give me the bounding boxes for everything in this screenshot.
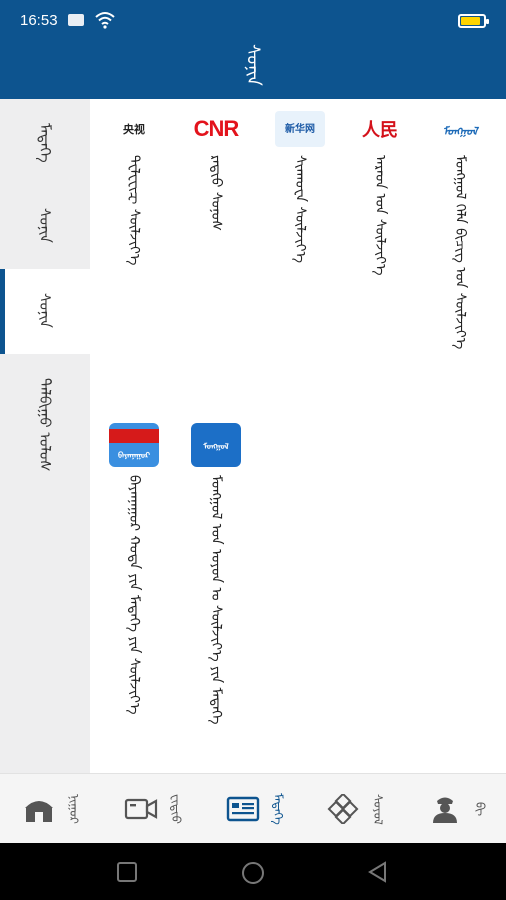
bottom-navigation: ᠨᠢᠭᠤᠷ ᠸᠢᠳᠢᠣ ᠮᠡᠳᠡᠭᠡ ᠰᠣᠶᠣᠯ ᠪᠢ bbox=[0, 773, 506, 843]
app-name: ᠪᠠᠶᠠᠨᠨᠠᠭᠤᠷ ᠬᠣᠳᠠ ᠶᠢᠨ ᠮᠡᠳᠡᠭᠡ ᠶᠢᠨ ᠰᠦᠯᠵᠢᠶ᠎ᠡ bbox=[126, 475, 142, 715]
sidebar-item-1[interactable]: ᠰᠣᠨᠢᠨ bbox=[0, 184, 90, 269]
video-camera-icon bbox=[124, 798, 158, 820]
app-logo-text: ᠪᠠᠶᠠᠨᠨᠠᠭᠤᠷ bbox=[117, 451, 150, 460]
app-name: ᠮᠣᠩᠭᠤᠯ ᠬᠡᠯᠡ ᠪᠢᠴᠢᠭ ᠤᠨ ᠰᠦᠯᠵᠢᠶ᠎ᠡ bbox=[452, 155, 468, 350]
news-card-icon bbox=[226, 796, 260, 822]
app-tile-bayannur[interactable]: ᠪᠠᠶᠠᠨᠨᠠᠭᠤᠷ ᠪᠠᠶᠠᠨᠨᠠᠭᠤᠷ ᠬᠣᠳᠠ ᠶᠢᠨ ᠮᠡᠳᠡᠭᠡ ᠶᠢ… bbox=[106, 423, 162, 714]
app-name: ᠰᠢᠨᠬᠤᠸᠠ ᠰᠦᠯᠵᠢᠶ᠎ᠡ bbox=[292, 155, 308, 264]
sidebar-item-2-active[interactable]: ᠰᠣᠨᠢᠨ bbox=[0, 269, 90, 354]
app-logo-text: 新华网 bbox=[285, 123, 315, 135]
bayannur-logo-icon: ᠪᠠᠶᠠᠨᠨᠠᠭᠤᠷ bbox=[109, 423, 159, 467]
header-title-area: ᠰᠣᠨᠢᠨ bbox=[0, 40, 506, 99]
user-icon bbox=[433, 797, 457, 823]
nav-me[interactable]: ᠪᠢ bbox=[428, 784, 491, 834]
wifi-icon bbox=[95, 12, 115, 29]
sidebar-item-3[interactable]: ᠲᠠᠯᠪᠢᠭᠤ ᠤᠯᠤᠰ bbox=[0, 354, 90, 534]
app-tile-people[interactable]: 人民 ᠠᠷᠠᠳ ᠤᠨ ᠰᠦᠯᠵᠢᠶ᠎ᠡ bbox=[352, 111, 408, 276]
nav-video[interactable]: ᠸᠢᠳᠢᠣ bbox=[124, 784, 187, 834]
nav-label: ᠸᠢᠳᠢᠣ bbox=[169, 794, 183, 824]
mgyxl-logo-icon: ᠮᠣᠩᠭᠣᠯ bbox=[435, 111, 485, 147]
people-logo-icon: 人民 bbox=[355, 111, 405, 147]
nav-label: ᠨᠢᠭᠤᠷ bbox=[67, 794, 81, 824]
app-logo-text: 人民 bbox=[362, 120, 398, 140]
app-tile-xinhua[interactable]: 新华网 ᠰᠢᠨᠬᠤᠸᠠ ᠰᠦᠯᠵᠢᠶ᠎ᠡ bbox=[272, 111, 328, 263]
cctv-logo-icon: 央视 bbox=[109, 111, 159, 147]
nav-home[interactable]: ᠨᠢᠭᠤᠷ bbox=[22, 784, 85, 834]
back-button-icon[interactable] bbox=[367, 861, 389, 883]
app-tile-cctv[interactable]: 央视 ᠲᠧᠯᠧᠸᠢᠽ ᠰᠦᠯᠵᠢᠶ᠎ᠡ bbox=[106, 111, 162, 265]
system-navigation-bar bbox=[0, 843, 506, 900]
app-logo-text: ᠮᠣᠩᠭᠣᠯ bbox=[203, 442, 229, 451]
sidebar-item-label: ᠲᠠᠯᠪᠢᠭᠤ ᠤᠯᠤᠰ bbox=[36, 378, 54, 472]
battery-fill bbox=[461, 17, 481, 25]
app-grid: ᠮᠣᠩᠭᠣᠯ ᠮᠣᠩᠭᠤᠯ ᠬᠡᠯᠡ ᠪᠢᠴᠢᠭ ᠤᠨ ᠰᠦᠯᠵᠢᠶ᠎ᠡ 人民 … bbox=[90, 99, 506, 773]
nav-label: ᠰᠣᠶᠣᠯ bbox=[371, 793, 385, 825]
logo-strip bbox=[109, 429, 159, 443]
page-title: ᠰᠣᠨᠢᠨ bbox=[242, 43, 264, 86]
sidebar-item-label: ᠰᠣᠨᠢᠨ bbox=[36, 208, 54, 243]
status-time: 16:53 bbox=[20, 12, 58, 29]
app-name: ᠷᠠᠳᠢᠤ ᠰᠤᠨᠤᠰ bbox=[208, 155, 224, 231]
screen: 16:53 ᠰᠣᠨᠢᠨ ᠮᠡᠳᠡᠭᠡ ᠰᠣᠨᠢᠨ ᠰᠣᠨᠢᠨ ᠲᠠᠯᠪᠢᠭᠤ ᠤ… bbox=[0, 0, 506, 900]
cnr-logo-icon: CNR bbox=[191, 111, 241, 147]
app-name: ᠲᠧᠯᠧᠸᠢᠽ ᠰᠦᠯᠵᠢᠶ᠎ᠡ bbox=[126, 155, 142, 266]
sidebar-item-0[interactable]: ᠮᠡᠳᠡᠭᠡ bbox=[0, 99, 90, 184]
status-bar: 16:53 bbox=[0, 0, 506, 40]
home-button-icon[interactable] bbox=[241, 861, 265, 885]
sidebar-item-label: ᠮᠡᠳᠡᠭᠡ bbox=[36, 123, 54, 163]
home-ger-icon bbox=[25, 801, 53, 822]
app-name: ᠮᠣᠩᠭᠤᠯ ᠤᠨ ᠣᠶᠤᠨ ᠤ ᠰᠦᠯᠵᠢᠶ᠎ᠡ ᠶᠢᠨ ᠮᠡᠳᠡᠭᠡ bbox=[208, 475, 224, 725]
app-logo-text: 央视 bbox=[123, 124, 145, 136]
nav-label: ᠮᠡᠳᠡᠭᠡ bbox=[271, 793, 285, 825]
mongol-info-logo-icon: ᠮᠣᠩᠭᠣᠯ bbox=[191, 423, 241, 467]
nav-label: ᠪᠢ bbox=[473, 801, 487, 816]
battery-icon bbox=[458, 14, 489, 28]
app-name: ᠠᠷᠠᠳ ᠤᠨ ᠰᠦᠯᠵᠢᠶ᠎ᠡ bbox=[372, 155, 388, 276]
app-logo-text: CNR bbox=[193, 116, 240, 141]
recent-apps-icon[interactable] bbox=[116, 861, 138, 883]
notification-icon bbox=[68, 14, 84, 26]
app-logo-text: ᠮᠣᠩᠭᠣᠯ bbox=[442, 125, 478, 138]
nav-news-active[interactable]: ᠮᠡᠳᠡᠭᠡ bbox=[226, 784, 289, 834]
app-tile-cnr[interactable]: CNR ᠷᠠᠳᠢᠤ ᠰᠤᠨᠤᠰ bbox=[188, 111, 244, 231]
category-sidebar: ᠮᠡᠳᠡᠭᠡ ᠰᠣᠨᠢᠨ ᠰᠣᠨᠢᠨ ᠲᠠᠯᠪᠢᠭᠤ ᠤᠯᠤᠰ bbox=[0, 99, 90, 773]
knot-pattern-icon bbox=[327, 794, 359, 824]
nav-culture[interactable]: ᠰᠣᠶᠣᠯ bbox=[326, 784, 389, 834]
app-tile-mgyxl[interactable]: ᠮᠣᠩᠭᠣᠯ ᠮᠣᠩᠭᠤᠯ ᠬᠡᠯᠡ ᠪᠢᠴᠢᠭ ᠤᠨ ᠰᠦᠯᠵᠢᠶ᠎ᠡ bbox=[432, 111, 488, 349]
top-bar: 16:53 ᠰᠣᠨᠢᠨ bbox=[0, 0, 506, 99]
sidebar-item-label: ᠰᠣᠨᠢᠨ bbox=[36, 293, 54, 328]
xinhua-logo-icon: 新华网 bbox=[275, 111, 325, 147]
app-tile-mongol-info[interactable]: ᠮᠣᠩᠭᠣᠯ ᠮᠣᠩᠭᠤᠯ ᠤᠨ ᠣᠶᠤᠨ ᠤ ᠰᠦᠯᠵᠢᠶ᠎ᠡ ᠶᠢᠨ ᠮᠡᠳ… bbox=[188, 423, 244, 725]
